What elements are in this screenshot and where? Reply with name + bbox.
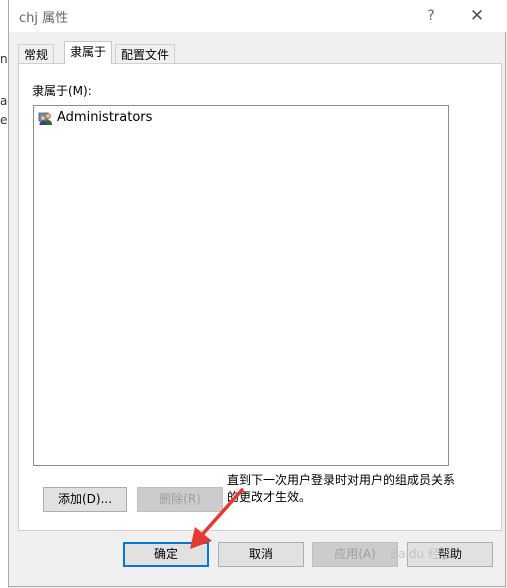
membership-change-note: 直到下一次用户登录时对用户的组成员关系的更改才生效。 [227, 473, 456, 504]
tab-member-of[interactable]: 隶属于 [64, 41, 113, 64]
add-button[interactable]: 添加(D)... [43, 487, 127, 512]
properties-dialog: chj 属性 ? ✕ 常规 隶属于 配置文件 隶属于(M): Administr… [8, 0, 507, 587]
watermark: Baidu 经验 [390, 547, 452, 561]
user-group-icon [38, 112, 52, 125]
close-icon[interactable]: ✕ [465, 4, 489, 28]
groups-listbox[interactable]: Administrators [33, 105, 449, 466]
help-icon[interactable]: ? [419, 4, 443, 28]
group-name: Administrators [57, 110, 153, 125]
member-of-label: 隶属于(M): [32, 84, 92, 98]
tab-profile[interactable]: 配置文件 [115, 44, 176, 64]
dialog-title: chj 属性 [19, 11, 69, 26]
member-of-panel: 隶属于(M): Administrators 添加(D)... 删除(R) 直到… [18, 63, 502, 531]
tab-general[interactable]: 常规 [18, 44, 55, 64]
title-bar: chj 属性 ? ✕ [9, 0, 507, 32]
red-arrow-annotation [190, 488, 244, 549]
apply-button[interactable]: 应用(A) [312, 542, 398, 567]
